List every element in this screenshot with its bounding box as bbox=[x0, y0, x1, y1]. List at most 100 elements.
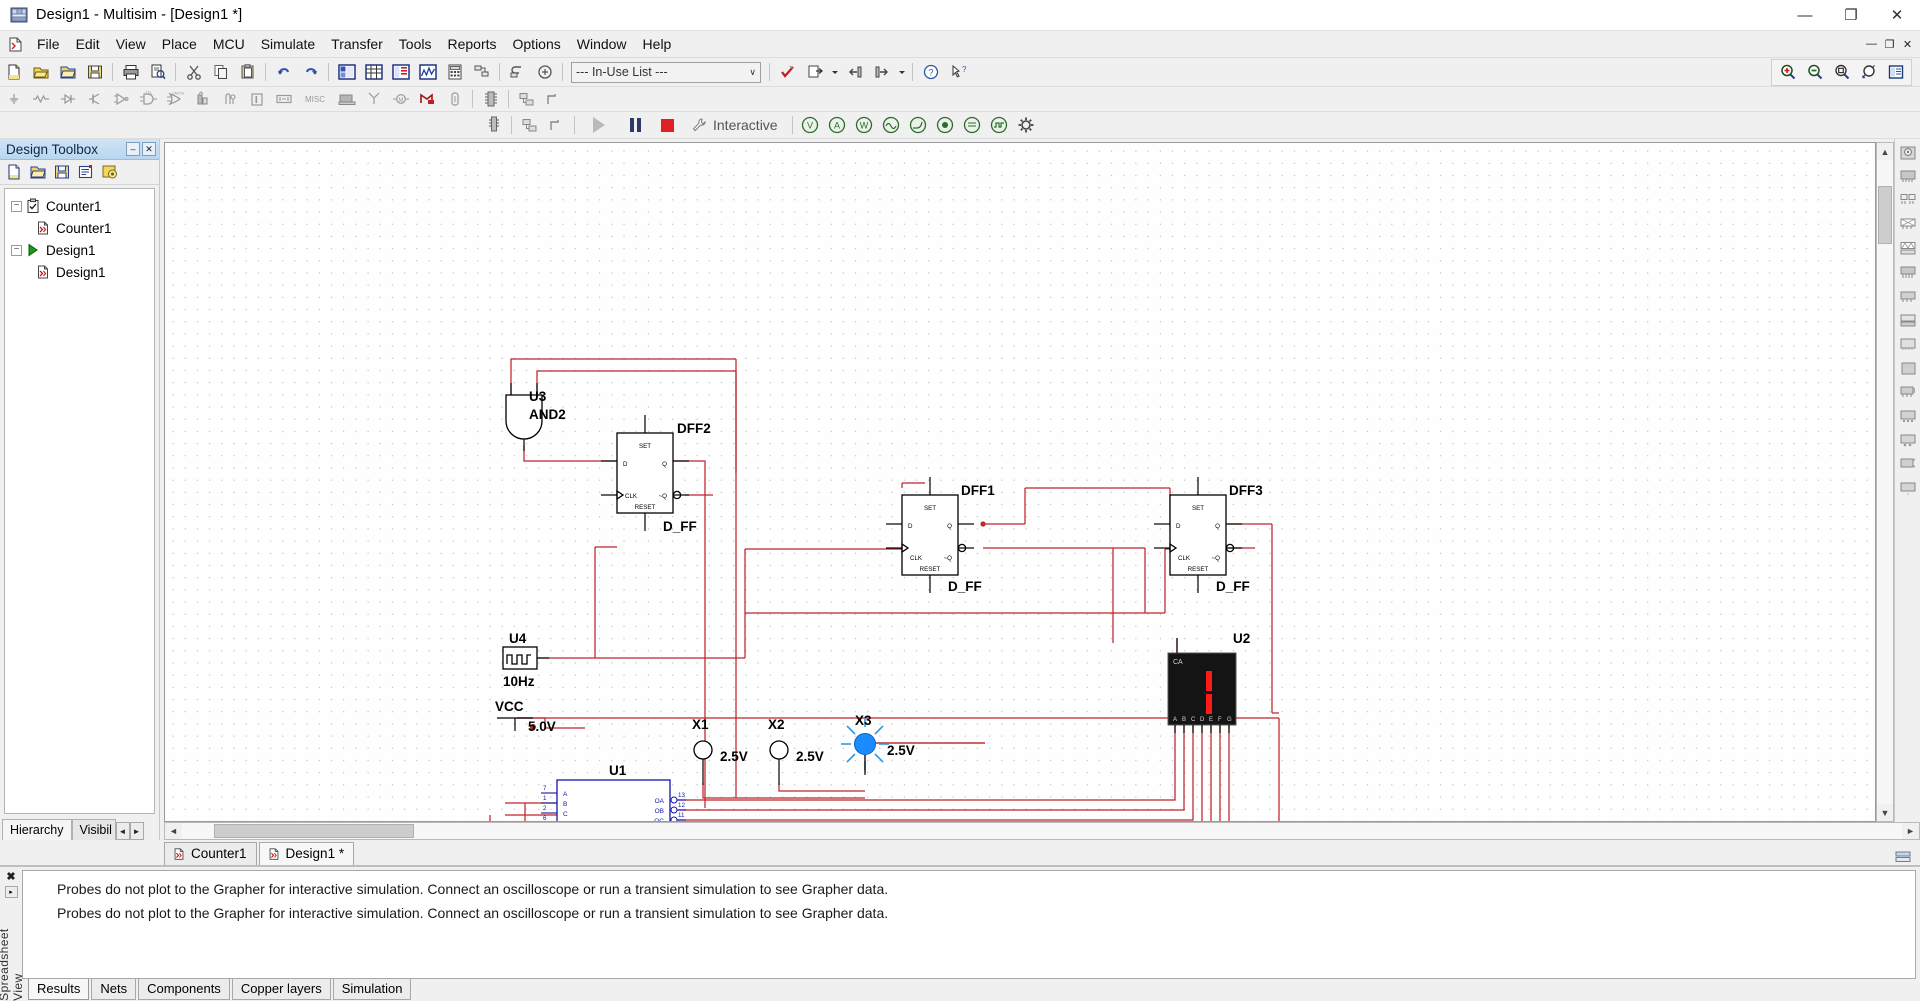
forward-annotate-button[interactable] bbox=[532, 61, 557, 84]
palette-interface-icon[interactable] bbox=[1897, 309, 1919, 332]
flipflop-dff3[interactable]: SET D Q CLK ~Q RESET DFF3 D_FF bbox=[1154, 477, 1263, 594]
database-manager-button[interactable] bbox=[388, 61, 413, 84]
maximize-button[interactable]: ❐ bbox=[1828, 0, 1874, 31]
spreadsheet-close-button[interactable]: ✖ bbox=[6, 870, 15, 883]
place-source-button[interactable] bbox=[1, 88, 26, 111]
sheet-layer-icon[interactable] bbox=[1894, 849, 1912, 865]
tab-next-button[interactable]: ► bbox=[129, 822, 144, 840]
print-preview-button[interactable] bbox=[145, 61, 170, 84]
canvas-vertical-scrollbar[interactable]: ▲ ▼ bbox=[1876, 142, 1894, 822]
open-file-button[interactable] bbox=[28, 61, 53, 84]
palette-timer-icon[interactable] bbox=[1897, 405, 1919, 428]
run-simulation-button[interactable] bbox=[580, 114, 618, 137]
tab-prev-button[interactable]: ◄ bbox=[115, 822, 130, 840]
back-annotate-button[interactable] bbox=[505, 61, 530, 84]
menu-file[interactable]: File bbox=[29, 32, 68, 56]
postprocessor-button[interactable] bbox=[442, 61, 467, 84]
tree-node-design1-page[interactable]: Design1 bbox=[5, 261, 154, 283]
sheet-tab-counter1[interactable]: Counter1 bbox=[164, 842, 257, 865]
place-power-button[interactable] bbox=[271, 88, 296, 111]
minimize-button[interactable]: — bbox=[1782, 0, 1828, 31]
scroll-down-button[interactable]: ▼ bbox=[1877, 804, 1893, 821]
probe-x3[interactable]: X3 2.5V bbox=[841, 713, 915, 775]
schematic-canvas[interactable]: U3 AND2 SET D Q CLK ~Q RESET DFF2 D_FF S… bbox=[164, 142, 1876, 822]
place-transistor-button[interactable] bbox=[82, 88, 107, 111]
place-mixed-button[interactable] bbox=[217, 88, 242, 111]
design-hierarchy-tree[interactable]: − Counter1 Counter1 − Design1 Design1 bbox=[4, 188, 155, 814]
probe-x1[interactable]: X1 2.5V bbox=[692, 717, 748, 785]
place-hb-button[interactable] bbox=[517, 114, 542, 137]
context-help-button[interactable]: ? bbox=[945, 61, 970, 84]
logic-analyzer-button[interactable] bbox=[987, 114, 1012, 137]
place-diode-button[interactable] bbox=[55, 88, 80, 111]
place-probe-button[interactable] bbox=[481, 114, 506, 137]
palette-ic-icon[interactable] bbox=[1897, 165, 1919, 188]
place-basic-button[interactable] bbox=[28, 88, 53, 111]
place-misc-button[interactable]: MISC bbox=[298, 88, 332, 111]
tree-expander-icon[interactable]: − bbox=[11, 244, 22, 256]
palette-connector-icon[interactable] bbox=[1897, 213, 1919, 236]
spreadsheet-expand-button[interactable]: ▸ bbox=[4, 886, 18, 899]
place-analog-button[interactable] bbox=[109, 88, 134, 111]
new-design-button[interactable] bbox=[3, 162, 25, 182]
place-connectors-button[interactable] bbox=[442, 88, 467, 111]
place-nimydaq-button[interactable] bbox=[415, 88, 440, 111]
tree-node-design1-root[interactable]: − Design1 bbox=[5, 239, 154, 261]
menu-options[interactable]: Options bbox=[505, 32, 569, 56]
vertical-scroll-thumb[interactable] bbox=[1878, 186, 1892, 244]
menu-transfer[interactable]: Transfer bbox=[323, 32, 391, 56]
place-mcu-button[interactable] bbox=[478, 88, 503, 111]
instruments-settings-button[interactable] bbox=[1014, 114, 1039, 137]
view-options-button[interactable] bbox=[99, 162, 121, 182]
close-button[interactable]: ✕ bbox=[1874, 0, 1920, 31]
palette-display-icon[interactable] bbox=[1897, 333, 1919, 356]
annotate-left-button[interactable] bbox=[842, 61, 867, 84]
design-toolbox-collapse-button[interactable]: – bbox=[126, 142, 140, 156]
open-design-button[interactable] bbox=[27, 162, 49, 182]
tree-node-counter1-root[interactable]: − Counter1 bbox=[5, 195, 154, 217]
zoom-sheet-button[interactable] bbox=[1883, 61, 1908, 84]
tab-hierarchy[interactable]: Hierarchy bbox=[2, 819, 72, 840]
scroll-up-button[interactable]: ▲ bbox=[1877, 143, 1893, 160]
menu-place[interactable]: Place bbox=[154, 32, 205, 56]
place-indicator-button[interactable] bbox=[244, 88, 269, 111]
results-list[interactable]: Probes do not plot to the Grapher for in… bbox=[22, 870, 1916, 979]
place-rf-button[interactable] bbox=[361, 88, 386, 111]
palette-rf-icon[interactable] bbox=[1897, 453, 1919, 476]
stop-simulation-button[interactable] bbox=[652, 114, 682, 137]
paste-button[interactable] bbox=[235, 61, 260, 84]
sheet-tab-design1[interactable]: Design1 * bbox=[258, 842, 355, 865]
spreadsheet-tab-simulation[interactable]: Simulation bbox=[332, 979, 412, 1000]
menu-edit[interactable]: Edit bbox=[68, 32, 108, 56]
palette-logic-icon[interactable] bbox=[1897, 189, 1919, 212]
open-design-button[interactable] bbox=[55, 61, 80, 84]
zoom-in-button[interactable] bbox=[1775, 61, 1800, 84]
menu-mcu[interactable]: MCU bbox=[205, 32, 253, 56]
rename-sheet-button[interactable] bbox=[75, 162, 97, 182]
spreadsheet-tab-copper-layers[interactable]: Copper layers bbox=[231, 979, 331, 1000]
spreadsheet-tab-components[interactable]: Components bbox=[138, 979, 230, 1000]
undo-button[interactable] bbox=[271, 61, 296, 84]
zoom-fit-button[interactable] bbox=[1856, 61, 1881, 84]
annotate-right-button[interactable] bbox=[869, 61, 894, 84]
place-advanced-peripherals-button[interactable] bbox=[334, 88, 359, 111]
cut-button[interactable] bbox=[181, 61, 206, 84]
menu-help[interactable]: Help bbox=[635, 32, 680, 56]
save-design-button[interactable] bbox=[51, 162, 73, 182]
export-button[interactable] bbox=[802, 61, 827, 84]
mdi-close-button[interactable]: ✕ bbox=[1899, 36, 1916, 53]
oscilloscope-button[interactable] bbox=[879, 114, 904, 137]
place-hierarchical-block-button[interactable] bbox=[514, 88, 539, 111]
place-bus-button[interactable] bbox=[541, 88, 566, 111]
menu-tools[interactable]: Tools bbox=[391, 32, 440, 56]
mdi-restore-button[interactable]: ❐ bbox=[1881, 36, 1898, 53]
and-gate-u3[interactable]: U3 AND2 bbox=[505, 383, 566, 451]
help-button[interactable]: ? bbox=[918, 61, 943, 84]
place-ttl-button[interactable]: TTL bbox=[136, 88, 161, 111]
toggle-spreadsheet-view-button[interactable] bbox=[361, 61, 386, 84]
palette-misc-icon[interactable] bbox=[1897, 429, 1919, 452]
multimeter-button[interactable]: V bbox=[798, 114, 823, 137]
bode-plotter-button[interactable] bbox=[906, 114, 931, 137]
menu-reports[interactable]: Reports bbox=[439, 32, 504, 56]
flipflop-dff2[interactable]: SET D Q CLK ~Q RESET DFF2 D_FF bbox=[601, 415, 711, 534]
